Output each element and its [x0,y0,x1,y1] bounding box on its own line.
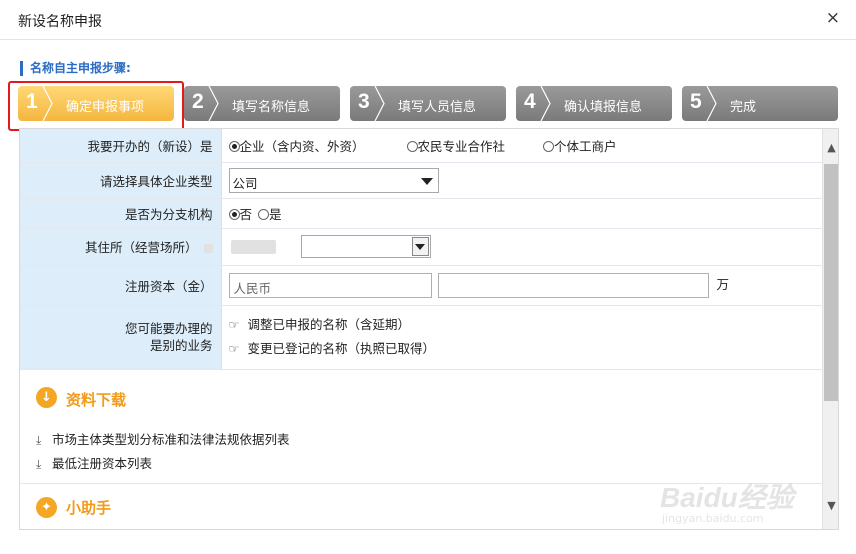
lightbulb-icon: ✦ [36,497,57,518]
capital-currency-field[interactable]: 人民币 [228,272,432,298]
form-row-branch: 是否为分支机构 否 是 [20,198,822,229]
step-2[interactable]: 2 填写名称信息 [184,86,340,121]
other-business-label-line2: 是别的业务 [149,338,213,353]
enterprise-type-select[interactable]: 公司 [228,167,439,193]
change-name-link[interactable]: ☞ 变更已登记的名称（执照已取得） [229,337,823,361]
type-option-individual[interactable]: 个体工商户 [543,136,617,155]
download-link-min-capital[interactable]: ⤓ 最低注册资本列表 [36,453,152,472]
pointing-hand-icon: ☞ [228,342,240,356]
declaration-form: 我要开办的（新设）是 企业（含内资、外资） 农民专业合作社 个体工商户 请选择具… [20,129,822,370]
close-icon[interactable]: × [826,8,840,28]
scroll-up-icon[interactable]: ▲ [823,141,838,155]
capital-label: 注册资本（金） [20,265,222,306]
download-icon: ⤓ [36,433,42,447]
download-circle-icon: ↓ [36,387,57,408]
enterprise-type-label: 请选择具体企业类型 [20,162,222,199]
dropdown-arrow-icon [415,244,426,250]
branch-option-no[interactable]: 否 [228,204,252,223]
form-row-enterprise-type: 请选择具体企业类型 公司 [20,162,822,199]
form-row-residence: 其住所（经营场所） [20,228,822,266]
radio-icon [406,140,418,152]
scroll-thumb[interactable] [824,164,838,401]
type-label: 我要开办的（新设）是 [20,129,222,163]
radio-selected-icon [228,140,240,152]
residence-label: 其住所（经营场所） [84,240,198,255]
name-declaration-dialog: 新设名称申报 × 名称自主申报步骤: 1 确定申报事项 2 填写名称信息 3 填… [0,0,856,554]
step-chevron-icon [208,86,219,121]
baidu-watermark: Baidu经验 jingyan.baidu.com [660,482,794,525]
step-5[interactable]: 5 完成 [682,86,838,121]
step-label: 填写名称信息 [232,100,311,115]
scroll-down-icon[interactable]: ▼ [823,499,838,513]
step-label: 完成 [730,100,757,115]
downloads-title: 资料下载 [66,391,127,409]
branch-label: 是否为分支机构 [20,198,222,229]
step-3[interactable]: 3 填写人员信息 [350,86,506,121]
step-chevron-icon [706,86,717,121]
form-row-other-business: 您可能要办理的 是别的业务 ☞ 调整已申报的名称（含延期） ☞ 变更已登记的名称（执… [20,305,823,370]
step-4[interactable]: 4 确认填报信息 [516,86,672,121]
other-business-label-line1: 您可能要办理的 [124,321,213,336]
form-row-type: 我要开办的（新设）是 企业（含内资、外资） 农民专业合作社 个体工商户 [20,129,822,163]
step-number: 5 [690,90,702,113]
form-row-capital: 注册资本（金） 人民币 万 [20,265,822,306]
dropdown-arrow-icon [420,177,433,185]
step-chevron-icon [540,86,551,121]
residence-select[interactable] [301,235,432,258]
redacted-region [203,244,213,253]
branch-option-yes[interactable]: 是 [258,204,282,223]
form-content-panel: 我要开办的（新设）是 企业（含内资、外资） 农民专业合作社 个体工商户 请选择具… [19,128,839,530]
dialog-titlebar: 新设名称申报 × [0,0,856,40]
step-number: 3 [358,90,370,113]
step-label: 填写人员信息 [398,100,477,115]
vertical-scrollbar[interactable]: ▲ ▼ [822,129,838,529]
capital-unit: 万 [716,276,729,292]
step-number: 2 [192,90,204,113]
download-icon: ⤓ [36,457,42,471]
radio-selected-icon [228,208,240,220]
capital-amount-field[interactable] [437,272,709,298]
type-option-coop[interactable]: 农民专业合作社 [406,136,505,155]
step-label: 确认填报信息 [564,100,643,115]
radio-icon [543,140,554,152]
step-chevron-icon [374,86,385,121]
helper-title: 小助手 [66,499,112,517]
pointing-hand-icon: ☞ [228,318,240,332]
steps-heading: 名称自主申报步骤: [20,61,131,76]
active-step-highlight [8,81,184,131]
adjust-name-link[interactable]: ☞ 调整已申报的名称（含延期） [229,313,823,337]
download-link-type-standards[interactable]: ⤓ 市场主体类型划分标准和法律法规依据列表 [36,429,290,448]
step-number: 4 [524,90,536,113]
radio-icon [258,208,269,220]
redacted-region [230,239,276,254]
dialog-title: 新设名称申报 [18,14,102,30]
type-option-enterprise[interactable]: 企业（含内资、外资） [228,136,365,155]
